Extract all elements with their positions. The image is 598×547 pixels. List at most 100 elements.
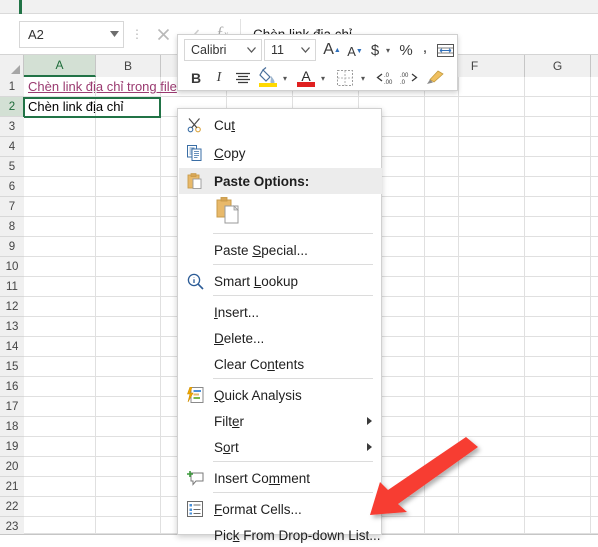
- row-header-5[interactable]: 5: [0, 157, 24, 177]
- menu-separator: [213, 264, 373, 265]
- row-header-9[interactable]: 9: [0, 237, 24, 257]
- font-name-combo[interactable]: Calibri: [184, 39, 262, 61]
- row-header-21[interactable]: 21: [0, 477, 24, 497]
- comma-style-icon[interactable]: ,: [418, 37, 432, 59]
- column-header-G[interactable]: G: [525, 55, 591, 77]
- row-header-13[interactable]: 13: [0, 317, 24, 337]
- increase-decimal-icon[interactable]: .00 .0: [398, 68, 420, 88]
- svg-text:A: A: [301, 68, 311, 84]
- menu-item-clear-contents[interactable]: Clear Contents: [179, 351, 382, 377]
- chevron-down-icon[interactable]: [301, 45, 310, 55]
- column-header-A[interactable]: A: [24, 55, 96, 77]
- font-color-dropdown-icon[interactable]: ▾: [318, 71, 328, 85]
- row-header-3[interactable]: 3: [0, 117, 24, 137]
- menu-item-copy[interactable]: Copy: [179, 140, 382, 166]
- font-name-value: Calibri: [191, 43, 227, 57]
- menu-item-label: Insert Comment: [214, 470, 311, 486]
- fill-color-icon[interactable]: [258, 66, 278, 88]
- quick-analysis-icon: [184, 385, 206, 405]
- menu-item-sort[interactable]: Sort: [179, 434, 382, 460]
- cancel-x-icon[interactable]: [157, 28, 170, 44]
- mini-toolbar-row-2: B I ▾ A ▾ ▾ .0 .00 .00 .0: [178, 64, 459, 92]
- row-header-11[interactable]: 11: [0, 277, 24, 297]
- menu-item-paste-special[interactable]: Paste Special...: [179, 237, 382, 263]
- font-size-combo[interactable]: 11: [264, 39, 316, 61]
- font-size-value: 11: [271, 43, 284, 57]
- accounting-number-format-icon[interactable]: $: [368, 39, 382, 61]
- row-header-17[interactable]: 17: [0, 397, 24, 417]
- row-headers: 1 2 3 4 5 6 7 8 9 10 11 12 13 14 15 16 1…: [0, 77, 25, 537]
- menu-item-filter[interactable]: Filter: [179, 408, 382, 434]
- merge-center-icon[interactable]: [436, 41, 454, 59]
- borders-icon[interactable]: [336, 69, 354, 87]
- menu-item-label: Format Cells...: [214, 501, 302, 517]
- column-header-H[interactable]: [591, 55, 598, 77]
- increase-font-size-icon[interactable]: A ▲: [322, 39, 342, 61]
- paste-keep-source-formatting-icon[interactable]: [215, 196, 241, 231]
- row-header-20[interactable]: 20: [0, 457, 24, 477]
- svg-text:.00: .00: [400, 73, 409, 79]
- svg-text:.0: .0: [384, 73, 390, 79]
- menu-item-quick-analysis[interactable]: Quick Analysis: [179, 382, 382, 408]
- menu-item-label: Quick Analysis: [214, 387, 302, 403]
- decrease-font-size-icon[interactable]: A ▼: [345, 40, 365, 62]
- font-color-icon[interactable]: A: [296, 66, 316, 88]
- smart-lookup-magnifier-icon: [184, 271, 206, 291]
- row-header-14[interactable]: 14: [0, 337, 24, 357]
- menu-item-insert-comment[interactable]: Insert Comment: [179, 465, 382, 491]
- menu-item-delete[interactable]: Delete...: [179, 325, 382, 351]
- accounting-dropdown-icon[interactable]: ▾: [383, 43, 393, 57]
- row-header-19[interactable]: 19: [0, 437, 24, 457]
- chevron-down-icon[interactable]: [105, 30, 123, 39]
- menu-item-insert[interactable]: Insert...: [179, 299, 382, 325]
- menu-item-paste-options: Paste Options:: [179, 168, 382, 194]
- submenu-chevron-icon: [367, 417, 372, 425]
- row-header-16[interactable]: 16: [0, 377, 24, 397]
- center-align-icon[interactable]: [234, 68, 252, 88]
- menu-item-label: Copy: [214, 145, 246, 161]
- cell-A1[interactable]: Chèn link địa chỉ trong file: [24, 77, 177, 97]
- cell-context-menu[interactable]: Cut Copy Paste Options: Paste Special...…: [177, 108, 382, 543]
- menu-separator: [213, 492, 373, 493]
- row-header-18[interactable]: 18: [0, 417, 24, 437]
- menu-item-pick-from-dropdown-list[interactable]: Pick From Drop-down List...: [179, 522, 382, 547]
- fill-color-dropdown-icon[interactable]: ▾: [280, 71, 290, 85]
- decrease-decimal-icon[interactable]: .0 .00: [374, 68, 396, 88]
- svg-text:.0: .0: [400, 80, 406, 86]
- select-all-corner-button[interactable]: [0, 55, 24, 77]
- row-header-8[interactable]: 8: [0, 217, 24, 237]
- row-header-15[interactable]: 15: [0, 357, 24, 377]
- format-painter-icon[interactable]: [424, 68, 446, 88]
- gridline-v: [95, 77, 96, 534]
- chevron-down-icon[interactable]: [247, 45, 256, 55]
- mini-toolbar-row-1: Calibri 11 A ▲ A ▼ $ ▾ % ,: [178, 35, 459, 64]
- row-header-1[interactable]: 1: [0, 77, 24, 97]
- menu-item-label: Paste Options:: [214, 173, 310, 189]
- svg-text:.00: .00: [384, 80, 393, 86]
- row-header-22[interactable]: 22: [0, 497, 24, 517]
- menu-item-format-cells[interactable]: Format Cells...: [179, 496, 382, 522]
- row-header-6[interactable]: 6: [0, 177, 24, 197]
- comment-icon: [184, 468, 206, 488]
- menu-item-cut[interactable]: Cut: [179, 112, 382, 138]
- borders-dropdown-icon[interactable]: ▾: [358, 71, 368, 85]
- row-header-4[interactable]: 4: [0, 137, 24, 157]
- name-box[interactable]: A2: [19, 21, 124, 48]
- row-header-2[interactable]: 2: [0, 97, 25, 117]
- column-header-B[interactable]: B: [96, 55, 161, 77]
- menu-item-smart-lookup[interactable]: Smart Lookup: [179, 268, 382, 294]
- menu-item-label: Clear Contents: [214, 356, 305, 372]
- paste-options-gallery[interactable]: [179, 194, 382, 234]
- menu-separator: [213, 461, 373, 462]
- row-header-7[interactable]: 7: [0, 197, 24, 217]
- menu-separator: [213, 295, 373, 296]
- percent-style-icon[interactable]: %: [397, 39, 415, 61]
- menu-item-label: Delete...: [214, 330, 265, 346]
- menu-item-label: Cut: [214, 117, 236, 133]
- formula-bar-dots: ⋮: [131, 27, 143, 41]
- bold-icon[interactable]: B: [188, 68, 204, 88]
- mini-format-toolbar[interactable]: Calibri 11 A ▲ A ▼ $ ▾ % , B I ▾ A ▾ ▾ .…: [177, 34, 458, 91]
- row-header-12[interactable]: 12: [0, 297, 24, 317]
- row-header-10[interactable]: 10: [0, 257, 24, 277]
- italic-icon[interactable]: I: [211, 68, 227, 88]
